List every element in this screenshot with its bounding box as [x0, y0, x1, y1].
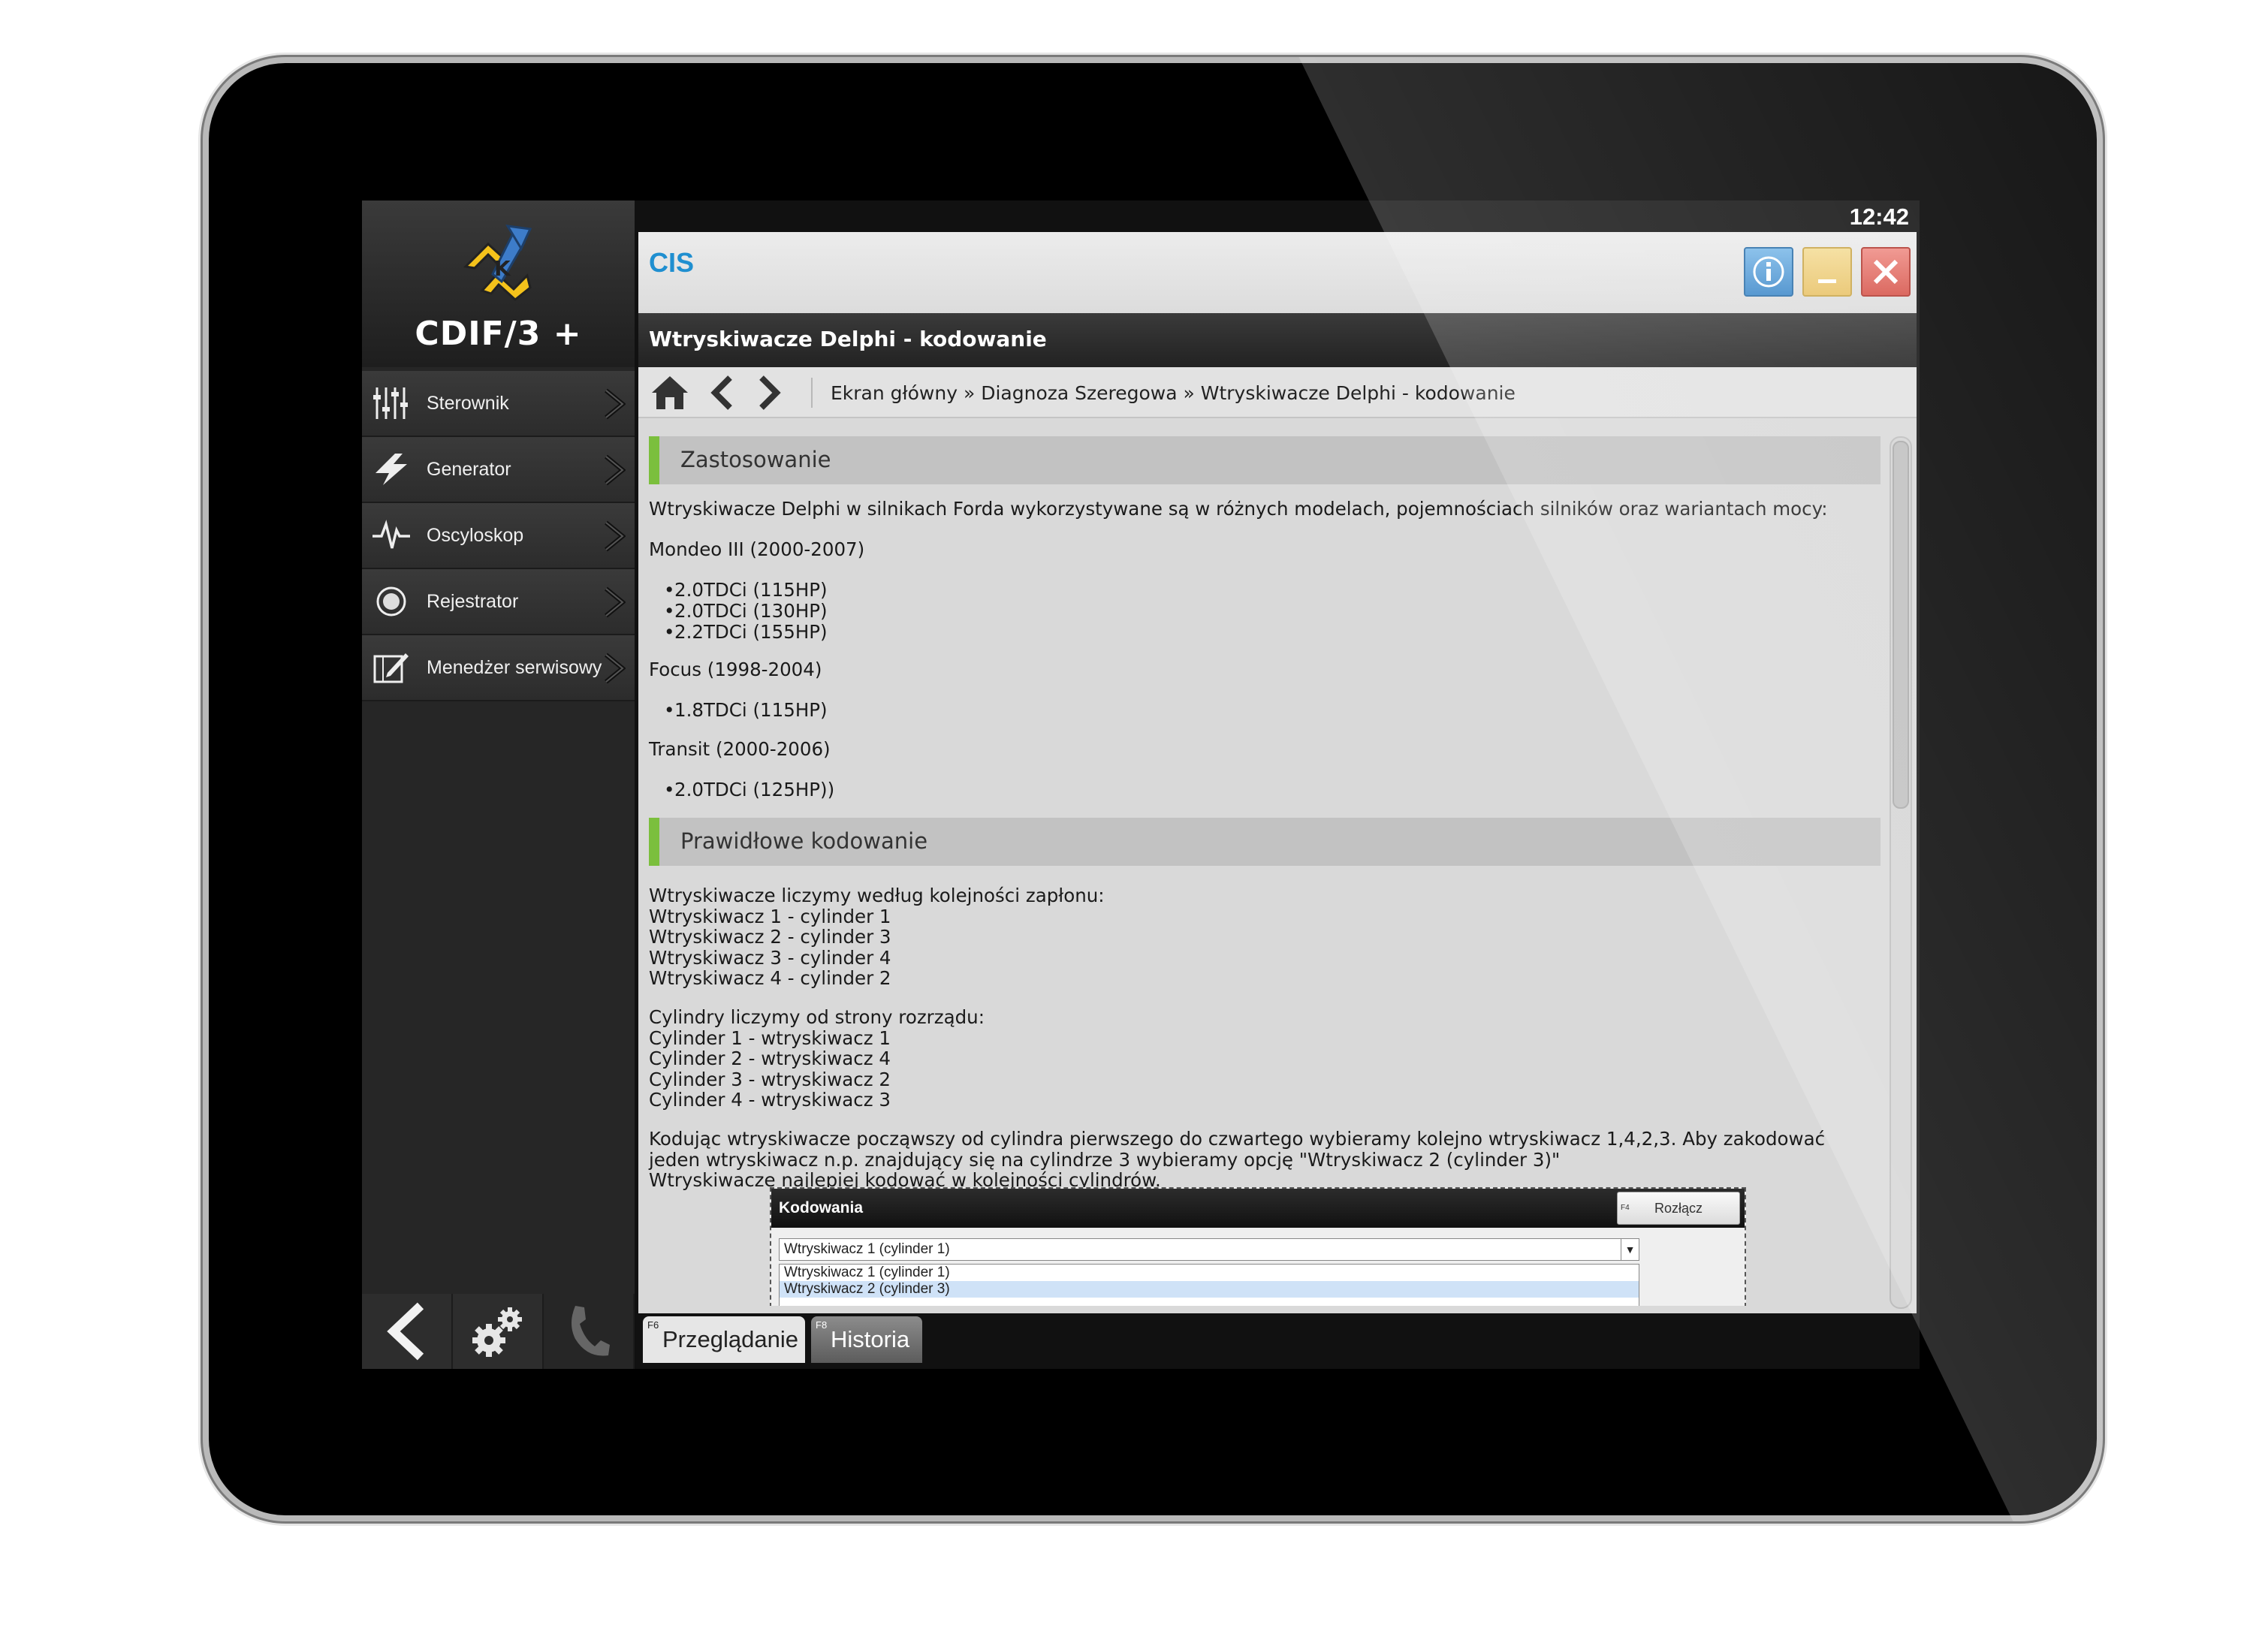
tab-label: Przeglądanie: [662, 1326, 798, 1352]
clock: 12:42: [1849, 203, 1909, 230]
tab-bar: F6 Przeglądanie F8 Historia: [638, 1313, 1917, 1369]
sidebar-item-label: Oscyloskop: [427, 524, 524, 546]
settings-gears-icon: [472, 1307, 522, 1357]
chevron-right-icon: [605, 388, 626, 420]
list-item: 2.0TDCi (130HP): [664, 600, 828, 622]
nav-divider: [811, 378, 813, 408]
coding-instructions-text: Kodując wtryskiwacze począwszy od cylind…: [649, 1128, 1826, 1191]
model-name: Mondeo III (2000-2007): [649, 538, 865, 560]
back-arrow-icon: [386, 1302, 424, 1361]
injector-options: Wtryskiwacz 1 (cylinder 1) Wtryskiwacz 2…: [779, 1264, 1639, 1306]
logo-suffix: +: [553, 315, 582, 353]
minimize-icon: [1818, 279, 1836, 283]
home-icon: [652, 376, 688, 409]
chevron-right-icon: [605, 653, 626, 684]
content-area: Zastosowanie Wtryskiwacze Delphi w silni…: [638, 420, 1885, 1306]
chevron-left-icon: [710, 375, 732, 410]
screenshot-header: Kodowania F4 Rozłącz: [771, 1189, 1745, 1228]
section-header: Prawidłowe kodowanie: [649, 818, 1881, 866]
screen: K CDIF/3 + Sterownik Generator Oscylosko…: [362, 200, 1920, 1369]
chevron-right-icon: [759, 375, 781, 410]
app-title: CIS: [649, 247, 695, 278]
injector-select: Wtryskiwacz 1 (cylinder 1) ▼: [779, 1238, 1639, 1261]
sidebar-item-oscyloskop[interactable]: Oscyloskop: [362, 503, 635, 569]
sidebar-item-label: Menedżer serwisowy: [427, 656, 602, 678]
list-item: 2.0TDCi (125HP)): [664, 779, 834, 800]
chevron-right-icon: [605, 520, 626, 552]
cdif-logo-icon: K: [463, 225, 532, 301]
embedded-screenshot: Kodowania F4 Rozłącz Wtryskiwacz 1 (cylin…: [770, 1187, 1746, 1306]
main-window: CIS Wtryskiwacze Delphi - kodowanie Ekra…: [638, 232, 1917, 1313]
chevron-right-icon: [605, 454, 626, 486]
page-title: Wtryskiwacze Delphi - kodowanie: [649, 327, 1047, 351]
record-icon: [369, 580, 413, 623]
section-title: Prawidłowe kodowanie: [680, 828, 928, 854]
option-item: Wtryskiwacz 1 (cylinder 1): [784, 1265, 950, 1280]
disconnect-label: Rozłącz: [1654, 1201, 1703, 1216]
close-button[interactable]: [1861, 247, 1911, 297]
key-hint: F8: [816, 1319, 828, 1331]
tab-historia[interactable]: F8 Historia: [811, 1316, 922, 1363]
sidebar-item-sterownik[interactable]: Sterownik: [362, 371, 635, 437]
section-title: Zastosowanie: [680, 447, 831, 472]
sidebar-item-menedzer-serwisowy[interactable]: Menedżer serwisowy: [362, 635, 635, 701]
sidebar-bottom-bar: [362, 1294, 635, 1369]
sidebar-item-rejestrator[interactable]: Rejestrator: [362, 569, 635, 635]
screenshot-title: Kodowania: [779, 1199, 864, 1216]
phone-icon: [571, 1306, 610, 1356]
list-item: 2.0TDCi (115HP): [664, 579, 828, 601]
tab-przegladanie[interactable]: F6 Przeglądanie: [643, 1316, 805, 1363]
breadcrumb[interactable]: Ekran główny » Diagnoza Szeregowa » Wtry…: [831, 382, 1516, 404]
list-item: 1.8TDCi (115HP): [664, 699, 828, 721]
section-header: Zastosowanie: [649, 436, 1881, 484]
dropdown-arrow-icon: ▼: [1621, 1239, 1639, 1260]
notebook-edit-icon: [369, 646, 413, 689]
model-name: Transit (2000-2006): [649, 738, 831, 760]
chevron-right-icon: [605, 586, 626, 618]
info-icon: [1753, 256, 1784, 288]
logo: K CDIF/3 +: [362, 200, 635, 367]
tab-label: Historia: [831, 1326, 910, 1352]
model-name: Focus (1998-2004): [649, 659, 822, 680]
back-nav-button[interactable]: [701, 373, 743, 412]
home-button[interactable]: [649, 373, 691, 412]
sidebar: K CDIF/3 + Sterownik Generator Oscylosko…: [362, 200, 635, 1369]
back-button[interactable]: [362, 1294, 453, 1369]
selected-option: Wtryskiwacz 1 (cylinder 1): [784, 1241, 950, 1257]
key-hint: F6: [647, 1319, 659, 1331]
key-hint: F4: [1621, 1204, 1630, 1212]
sidebar-item-label: Sterownik: [427, 392, 509, 414]
option-item: Wtryskiwacz 2 (cylinder 3): [780, 1281, 1639, 1298]
svg-text:K: K: [494, 256, 511, 281]
scroll-thumb[interactable]: [1893, 441, 1909, 809]
waveform-icon: [369, 514, 413, 557]
sidebar-item-generator[interactable]: Generator: [362, 437, 635, 503]
sidebar-item-label: Generator: [427, 458, 511, 480]
window-titlebar: CIS: [638, 232, 1917, 313]
coding-order-text: Wtryskiwacze liczymy według kolejności z…: [649, 885, 1105, 989]
page-title-bar: Wtryskiwacze Delphi - kodowanie: [638, 313, 1917, 367]
sidebar-menu: Sterownik Generator Oscyloskop Rejestrat…: [362, 371, 635, 701]
logo-text: CDIF/3: [415, 315, 541, 353]
disconnect-button: F4 Rozłącz: [1617, 1192, 1740, 1225]
close-icon: [1873, 259, 1899, 285]
minimize-button[interactable]: [1802, 247, 1852, 297]
lightning-icon: [369, 448, 413, 491]
forward-nav-button[interactable]: [748, 373, 790, 412]
cylinder-order-text: Cylindry liczymy od strony rozrządu: Cyl…: [649, 1006, 985, 1111]
sidebar-item-label: Rejestrator: [427, 590, 519, 612]
navigation-row: Ekran główny » Diagnoza Szeregowa » Wtry…: [638, 367, 1917, 418]
intro-text: Wtryskiwacze Delphi w silnikach Forda wy…: [649, 498, 1828, 520]
sliders-icon: [369, 381, 413, 425]
scrollbar[interactable]: [1890, 436, 1912, 1309]
settings-button[interactable]: [453, 1294, 544, 1369]
list-item: 2.2TDCi (155HP): [664, 621, 828, 643]
phone-button[interactable]: [544, 1294, 635, 1369]
info-button[interactable]: [1744, 247, 1793, 297]
